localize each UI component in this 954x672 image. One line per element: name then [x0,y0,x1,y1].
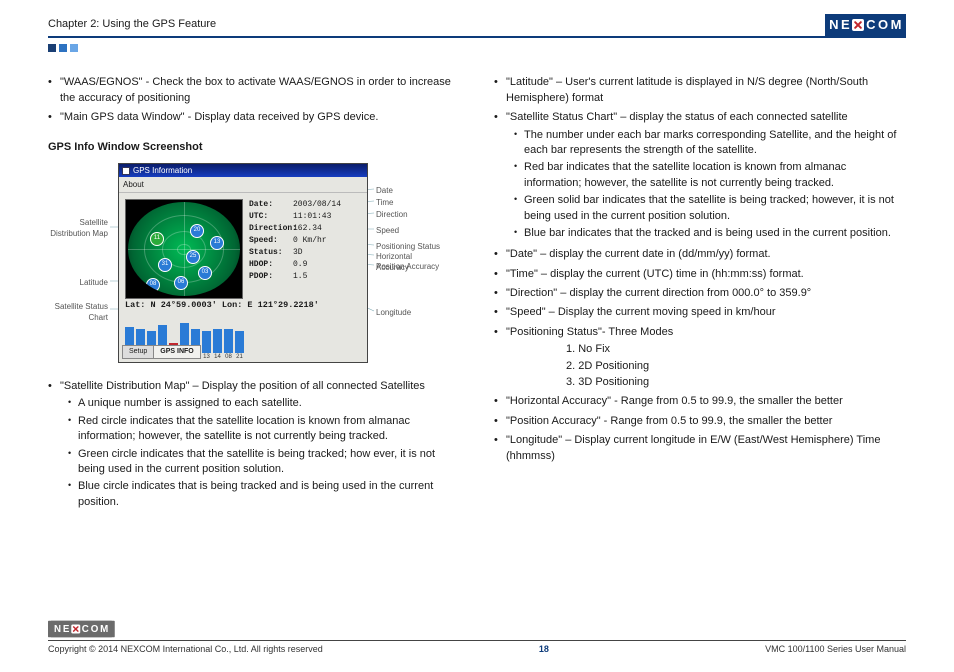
footer: NECOM Copyright © 2014 NEXCOM Internatio… [48,618,906,656]
callout-latitude: Latitude [48,277,108,288]
list-item: "Latitude" – User's current latitude is … [494,75,906,106]
titlebar: GPS Information [119,164,367,177]
callout-pdop: Position Accuracy [376,261,439,272]
sat-bar: 21 [235,331,244,353]
callout-date: Date [376,185,393,196]
lat-lon-readout: Lat: N 24°59.0003' Lon: E 121°29.2218' [119,299,367,313]
callout-direction: Direction [376,209,408,220]
list-item: "Longitude" – Display current longitude … [494,433,906,464]
tab-setup[interactable]: Setup [122,345,154,359]
list-subitem: Green solid bar indicates that the satel… [514,193,906,224]
footer-manual: VMC 100/1100 Series User Manual [765,643,906,656]
list-subitem: Blue circle indicates that is being trac… [68,479,460,510]
list-item: "WAAS/EGNOS" - Check the box to activate… [48,75,460,106]
page-header: Chapter 2: Using the GPS Feature NECOM [48,16,906,38]
chapter-title: Chapter 2: Using the GPS Feature [48,17,216,32]
sat-bar: 08 [224,329,233,353]
callout-speed: Speed [376,225,399,236]
sat-point: 06 [174,276,188,290]
intro-list: "WAAS/EGNOS" - Check the box to activate… [48,75,460,125]
list-subitem: A unique number is assigned to each sate… [68,396,460,411]
sat-bar: 14 [213,329,222,353]
list-item: "Satellite Distribution Map" – Display t… [48,379,460,510]
mode-item: 1. No Fix [566,342,906,357]
list-item: "Horizontal Accuracy" - Range from 0.5 t… [494,394,906,409]
trisquare-icon [48,44,78,52]
sat-point: 08 [146,278,160,292]
list-subitem: Green circle indicates that the satellit… [68,447,460,478]
figure-heading: GPS Info Window Screenshot [48,140,460,155]
about-menu[interactable]: About [119,177,367,193]
footer-logo: NECOM [48,621,115,638]
list-item: "Position Accuracy" - Range from 0.5 to … [494,414,906,429]
list-subitem: The number under each bar marks correspo… [514,128,906,159]
list-subitem: Red bar indicates that the satellite loc… [514,160,906,191]
tabs: Setup GPS INFO [122,345,200,359]
list-item: "Date" – display the current date in (dd… [494,247,906,262]
gps-readout: Date:2003/08/14 UTC:11:01:43 Direction:1… [249,199,361,299]
callout-sat-chart: Satellite Status Chart [48,301,108,323]
mode-item: 3. 3D Positioning [566,375,906,390]
list-item: "Main GPS data Window" - Display data re… [48,110,460,125]
callout-sat-map: Satellite Distribution Map [48,217,108,239]
logo-x-icon [852,19,864,31]
sat-bar: 13 [202,331,211,353]
gps-window: GPS Information About 1120133125030608 D… [118,163,368,363]
right-list: "Latitude" – User's current latitude is … [494,75,906,464]
right-column: "Latitude" – User's current latitude is … [494,71,906,516]
tab-gps-info[interactable]: GPS INFO [153,345,200,359]
list-subitem: Red circle indicates that the satellite … [68,414,460,445]
brand-logo: NECOM [825,16,906,34]
sat-point: 03 [198,266,212,280]
sat-map-list: "Satellite Distribution Map" – Display t… [48,379,460,510]
list-item: "Satellite Status Chart" – display the s… [494,110,906,241]
list-item: "Time" – display the current (UTC) time … [494,267,906,282]
mode-item: 2. 2D Positioning [566,359,906,374]
window-title: GPS Information [133,165,192,176]
footer-page: 18 [539,643,549,656]
list-item: "Positioning Status"- Three Modes 1. No … [494,325,906,391]
footer-copyright: Copyright © 2014 NEXCOM International Co… [48,643,323,656]
sat-distribution-map: 1120133125030608 [125,199,243,299]
list-item: "Speed" – Display the current moving spe… [494,305,906,320]
callout-longitude: Longitude [376,307,411,318]
list-subitem: Blue bar indicates that the tracked and … [514,226,906,241]
app-icon [122,167,130,175]
gps-screenshot-figure: Satellite Distribution Map Latitude Sate… [48,163,446,369]
callout-time: Time [376,197,393,208]
left-column: "WAAS/EGNOS" - Check the box to activate… [48,71,460,516]
list-item: "Direction" – display the current direct… [494,286,906,301]
